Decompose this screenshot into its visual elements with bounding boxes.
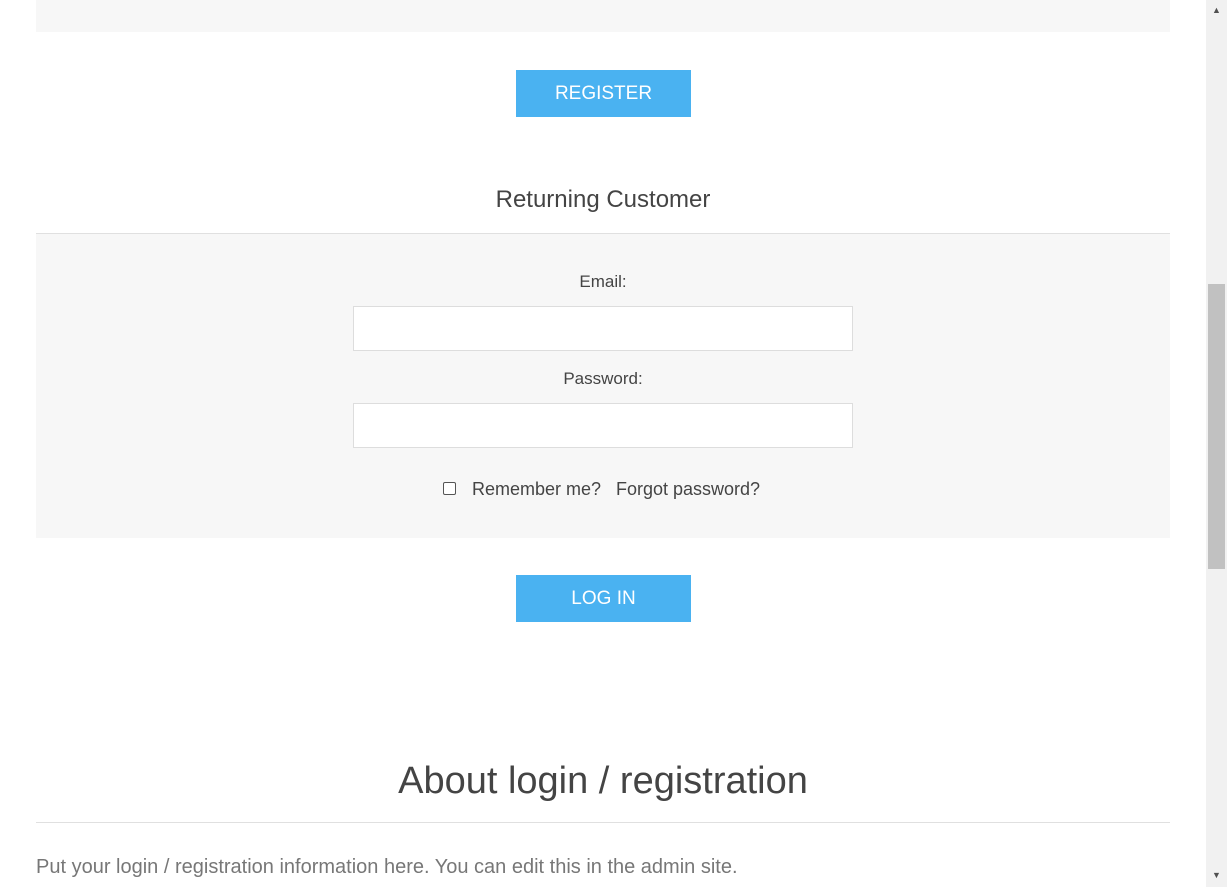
vertical-scrollbar[interactable]: ▲ ▼ xyxy=(1206,0,1227,887)
password-label: Password: xyxy=(563,369,643,388)
about-text: Put your login / registration informatio… xyxy=(36,856,738,878)
about-divider xyxy=(36,822,1170,823)
remember-me-checkbox[interactable] xyxy=(443,482,456,495)
about-title: About login / registration xyxy=(398,760,808,802)
email-input[interactable] xyxy=(353,306,853,351)
remember-row: Remember me? Forgot password? xyxy=(36,478,1170,500)
registration-panel xyxy=(36,0,1170,32)
password-input[interactable] xyxy=(353,403,853,448)
forgot-password-link[interactable]: Forgot password? xyxy=(616,479,760,500)
returning-customer-title: Returning Customer xyxy=(495,186,711,213)
register-button[interactable]: REGISTER xyxy=(516,70,691,117)
login-form-panel: Email: Password: Remember me? Forgot pas… xyxy=(36,234,1170,538)
triangle-up-icon[interactable]: ▲ xyxy=(1206,2,1227,19)
scrollbar-thumb[interactable] xyxy=(1208,284,1225,569)
email-label: Email: xyxy=(579,272,627,291)
login-page: REGISTER Returning Customer Email: Passw… xyxy=(0,0,1206,887)
remember-me-label[interactable]: Remember me? xyxy=(472,479,601,500)
triangle-down-icon[interactable]: ▼ xyxy=(1206,867,1227,884)
log-in-button[interactable]: LOG IN xyxy=(516,575,691,622)
